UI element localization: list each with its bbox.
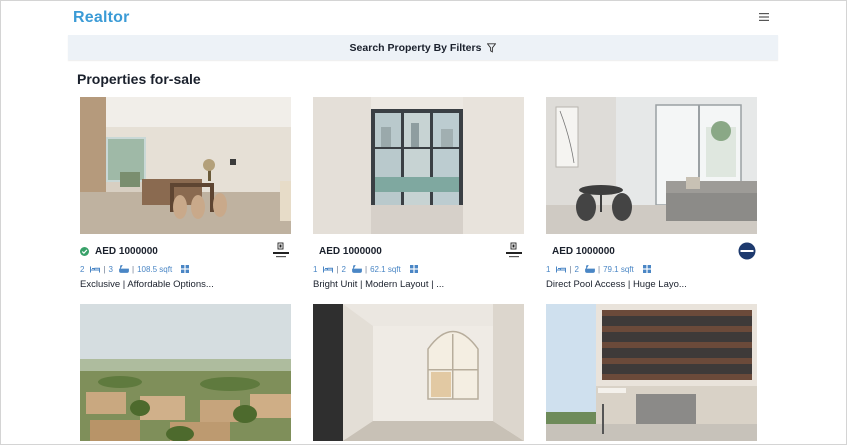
baths-count: 2: [574, 264, 579, 274]
bath-icon: [585, 265, 595, 273]
listing-features: 2 | 3 | 108.5 sqft: [80, 263, 291, 275]
agency-badge-icon: [738, 242, 756, 260]
listing-card[interactable]: AED 1000000 1 | 2 | 79.1 sqft Direct Poo…: [546, 97, 757, 290]
area-size: 108.5 sqft: [137, 264, 173, 274]
listing-title[interactable]: Direct Pool Access | Huge Layo...: [546, 279, 757, 290]
area-size: 62.1 sqft: [370, 264, 401, 274]
menu-button[interactable]: [754, 8, 774, 26]
listing-price: AED 1000000: [552, 245, 615, 257]
listing-card[interactable]: [80, 304, 291, 441]
listing-card[interactable]: AED 1000000 1 | 2 | 62.1 sqft Bright Uni…: [313, 97, 524, 290]
beds-count: 1: [313, 264, 318, 274]
listing-features: 1 | 2 | 79.1 sqft: [546, 263, 757, 275]
baths-count: 2: [341, 264, 346, 274]
price-row: AED 1000000: [313, 242, 524, 260]
driven-logo-icon: [506, 242, 522, 258]
listing-photo[interactable]: [313, 97, 524, 234]
listing-photo[interactable]: [80, 97, 291, 234]
verified-check-icon: [80, 246, 89, 256]
driven-logo-icon: [273, 242, 289, 258]
bath-icon: [352, 265, 362, 273]
baths-count: 3: [108, 264, 113, 274]
grid-icon: [642, 265, 651, 273]
filter-icon: [487, 42, 497, 53]
price-row: AED 1000000: [80, 242, 291, 260]
listing-price: AED 1000000: [319, 245, 382, 257]
bed-icon: [90, 266, 101, 272]
listing-photo[interactable]: [313, 304, 524, 441]
filter-bar-label: Search Property By Filters: [349, 41, 482, 54]
agency-logo[interactable]: [504, 242, 524, 260]
grid-icon: [181, 265, 190, 273]
app-logo[interactable]: Realtor: [73, 9, 130, 27]
agency-logo[interactable]: [271, 242, 291, 260]
listing-price: AED 1000000: [95, 245, 158, 257]
listing-title[interactable]: Exclusive | Affordable Options...: [80, 279, 291, 290]
beds-count: 2: [80, 264, 85, 274]
filter-bar[interactable]: Search Property By Filters: [68, 35, 778, 60]
area-size: 79.1 sqft: [603, 264, 634, 274]
listing-card[interactable]: [546, 304, 757, 441]
section-title: Properties for-sale: [77, 71, 201, 87]
bath-icon: [119, 265, 129, 273]
bed-icon: [556, 266, 567, 272]
listing-title[interactable]: Bright Unit | Modern Layout | ...: [313, 279, 524, 290]
agency-logo[interactable]: [737, 242, 757, 260]
listing-features: 1 | 2 | 62.1 sqft: [313, 263, 524, 275]
price-row: AED 1000000: [546, 242, 757, 260]
grid-icon: [409, 265, 418, 273]
listing-card[interactable]: AED 1000000 2 | 3 | 108.5 sqft Exclusive…: [80, 97, 291, 290]
listing-photo[interactable]: [546, 97, 757, 234]
beds-count: 1: [546, 264, 551, 274]
listing-photo[interactable]: [546, 304, 757, 441]
hamburger-icon: [759, 13, 769, 21]
bed-icon: [323, 266, 334, 272]
listing-photo[interactable]: [80, 304, 291, 441]
listing-card[interactable]: [313, 304, 524, 441]
